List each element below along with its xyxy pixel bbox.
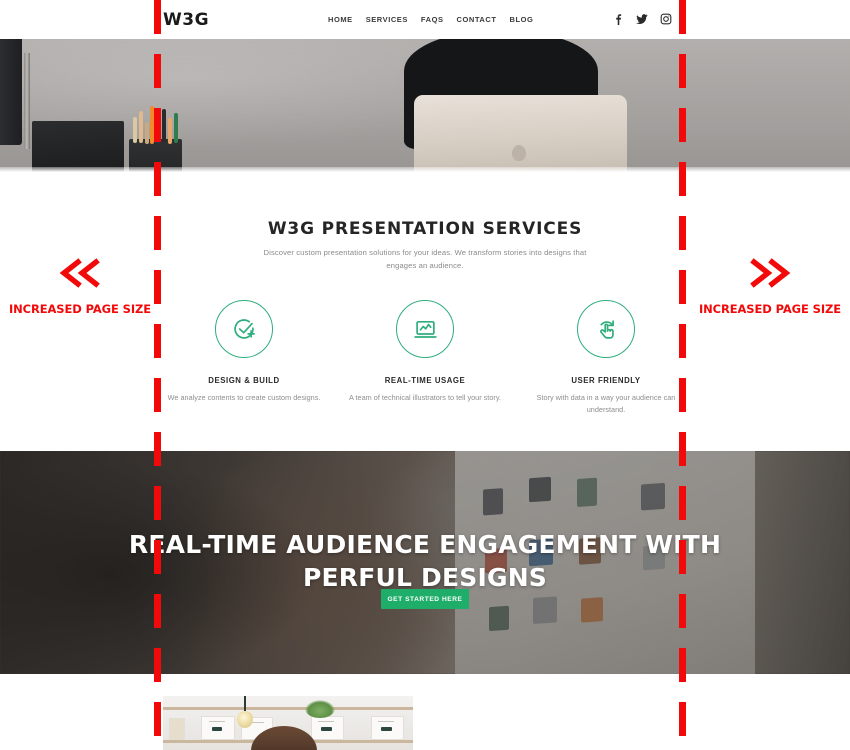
feature-card-real-time-usage[interactable]: REAL-TIME USAGE A team of technical illu… <box>341 300 509 416</box>
instagram-icon[interactable] <box>660 13 672 25</box>
annotation-left: INCREASED PAGE SIZE <box>8 258 152 316</box>
annotation-left-label: INCREASED PAGE SIZE <box>8 302 152 316</box>
hero-speaker <box>32 121 124 172</box>
feature-icon-wrapper <box>396 300 454 358</box>
double-chevron-left-icon <box>57 258 103 293</box>
feature-card-design-build[interactable]: DESIGN & BUILD We analyze contents to cr… <box>160 300 328 416</box>
feature-icon-wrapper <box>215 300 273 358</box>
hero-monitor-stand <box>24 53 30 149</box>
blog-thumb-lamp-cord <box>244 696 246 712</box>
feature-list: DESIGN & BUILD We analyze contents to cr… <box>160 300 690 416</box>
services-title: W3G PRESENTATION SERVICES <box>267 219 583 240</box>
check-circle-plus-icon <box>232 317 257 342</box>
blog-thumb-box-line <box>318 721 334 722</box>
blog-thumb-shelf <box>163 707 413 710</box>
hero-monitor <box>0 39 22 145</box>
nav-item-blog[interactable]: BLOG <box>510 15 534 24</box>
double-chevron-right-icon <box>747 258 793 293</box>
annotation-right-label: INCREASED PAGE SIZE <box>698 302 842 316</box>
nav-item-home[interactable]: HOME <box>328 15 353 24</box>
blog-thumb-box-label <box>212 727 222 731</box>
services-subtitle: Discover custom presentation solutions f… <box>263 247 587 270</box>
feature-icon-wrapper <box>577 300 635 358</box>
feature-text: We analyze contents to create custom des… <box>167 393 321 402</box>
webpage-screenshot: W3G HOME SERVICES FAQS CONTACT BLOG W3G … <box>0 0 850 750</box>
feature-title: REAL-TIME USAGE <box>384 376 466 385</box>
hero-banner-image <box>0 39 850 172</box>
page-width-guide-right <box>679 0 686 750</box>
blog-thumb-box <box>169 718 185 740</box>
site-header: W3G HOME SERVICES FAQS CONTACT BLOG <box>0 0 850 39</box>
cta-banner: REAL-TIME AUDIENCE ENGAGEMENT WITH PERFU… <box>0 451 850 674</box>
blog-thumb-box-line <box>378 721 394 722</box>
blog-section: Presentation Design and the Art of Visua… <box>0 674 850 750</box>
blog-thumb-box-label <box>321 727 332 731</box>
twitter-icon[interactable] <box>636 13 648 25</box>
blog-thumb-box-line <box>209 721 225 722</box>
blog-thumb-box-label <box>381 727 392 731</box>
feature-card-user-friendly[interactable]: USER FRIENDLY Story with data in a way y… <box>522 300 690 416</box>
annotation-right: INCREASED PAGE SIZE <box>698 258 842 316</box>
feature-title: USER FRIENDLY <box>571 376 641 385</box>
cta-headline: REAL-TIME AUDIENCE ENGAGEMENT WITH PERFU… <box>128 529 722 592</box>
laptop-chart-icon <box>413 317 438 342</box>
feature-title: DESIGN & BUILD <box>208 376 280 385</box>
site-logo[interactable]: W3G <box>163 10 209 30</box>
nav-item-faqs[interactable]: FAQS <box>421 15 444 24</box>
facebook-icon[interactable] <box>612 13 624 25</box>
page-width-guide-left <box>154 0 161 750</box>
hero-laptop-logo <box>512 145 526 161</box>
feature-text: A team of technical illustrators to tell… <box>349 393 501 402</box>
feature-text: Story with data in a way your audience c… <box>536 393 676 414</box>
blog-thumb-plant <box>305 700 335 718</box>
nav-item-services[interactable]: SERVICES <box>366 15 408 24</box>
blog-post-thumbnail[interactable] <box>163 696 413 750</box>
blog-thumb-lightbulb <box>237 711 253 728</box>
get-started-button[interactable]: GET STARTED HERE <box>381 589 469 609</box>
hand-tap-refresh-icon <box>594 317 619 342</box>
nav-item-contact[interactable]: CONTACT <box>457 15 497 24</box>
primary-navigation: HOME SERVICES FAQS CONTACT BLOG <box>328 15 533 24</box>
social-links <box>612 13 672 25</box>
